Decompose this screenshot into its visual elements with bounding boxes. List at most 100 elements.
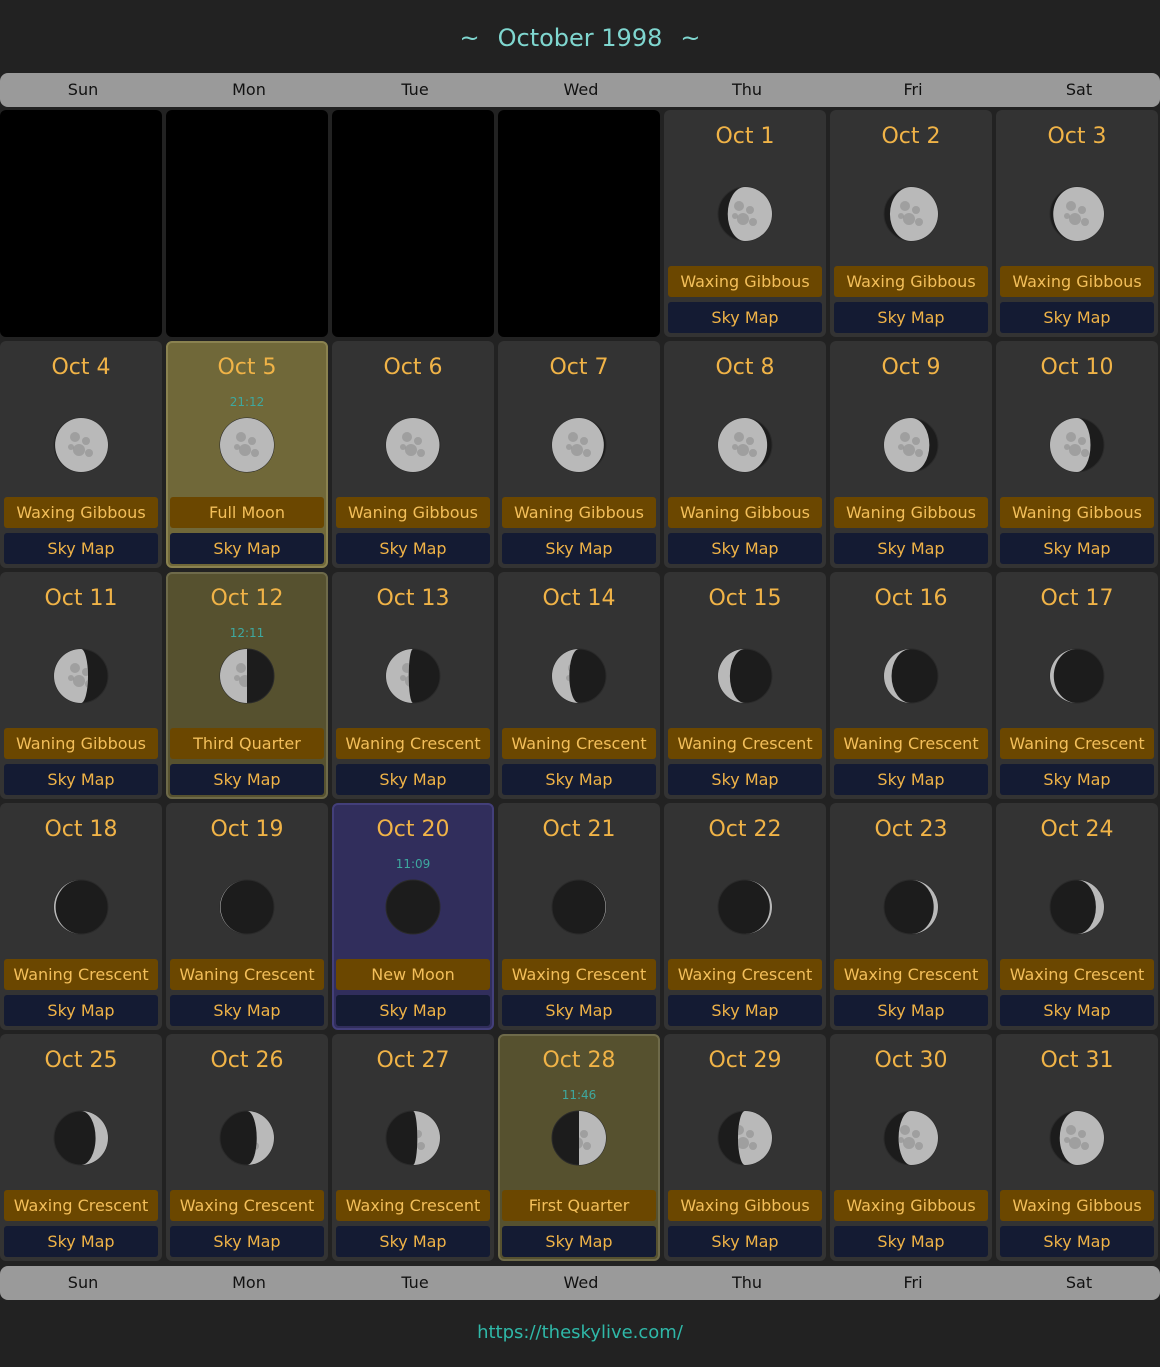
sky-map-button[interactable]: Sky Map bbox=[502, 995, 656, 1026]
phase-label: Waxing Crescent bbox=[4, 1190, 158, 1221]
phase-label: Waning Gibbous bbox=[4, 728, 158, 759]
day-date: Oct 18 bbox=[44, 817, 118, 842]
sky-map-button[interactable]: Sky Map bbox=[170, 1226, 324, 1257]
day-date: Oct 27 bbox=[376, 1048, 450, 1073]
sky-map-button[interactable]: Sky Map bbox=[4, 1226, 158, 1257]
weekday-mon: Mon bbox=[232, 80, 266, 99]
sky-map-button[interactable]: Sky Map bbox=[170, 764, 324, 795]
sky-map-button[interactable]: Sky Map bbox=[170, 995, 324, 1026]
day-date: Oct 1 bbox=[715, 124, 775, 149]
sky-map-button[interactable]: Sky Map bbox=[4, 533, 158, 564]
phase-time: 21:12 bbox=[229, 395, 265, 409]
day-date: Oct 15 bbox=[708, 586, 782, 611]
sky-map-button[interactable]: Sky Map bbox=[1000, 764, 1154, 795]
sky-map-button[interactable]: Sky Map bbox=[170, 533, 324, 564]
sky-map-button[interactable]: Sky Map bbox=[336, 995, 490, 1026]
weekday-wed: Wed bbox=[563, 1273, 599, 1292]
day-cell: Oct 10 Waning Gibbous Sky Map bbox=[996, 341, 1158, 568]
phase-label: Waning Crescent bbox=[834, 728, 988, 759]
footer-link[interactable]: https://theskylive.com/ bbox=[0, 1322, 1160, 1343]
moon-phase-icon bbox=[717, 186, 773, 242]
phase-label: Full Moon bbox=[170, 497, 324, 528]
phase-label: Waning Crescent bbox=[170, 959, 324, 990]
day-cell: Oct 26 Waxing Crescent Sky Map bbox=[166, 1034, 328, 1261]
moon-phase-icon bbox=[219, 417, 275, 473]
weekday-thu: Thu bbox=[731, 1273, 763, 1292]
phase-label: Waxing Gibbous bbox=[1000, 266, 1154, 297]
day-cell: Oct 25 Waxing Crescent Sky Map bbox=[0, 1034, 162, 1261]
moon-phase-icon bbox=[883, 879, 939, 935]
moon-phase-icon bbox=[219, 1110, 275, 1166]
phase-label: Waning Gibbous bbox=[502, 497, 656, 528]
moon-phase-icon bbox=[883, 186, 939, 242]
moon-phase-icon bbox=[53, 1110, 109, 1166]
empty-day-cell bbox=[498, 110, 660, 337]
moon-phase-icon bbox=[551, 1110, 607, 1166]
day-date: Oct 19 bbox=[210, 817, 284, 842]
phase-label: Waxing Crescent bbox=[170, 1190, 324, 1221]
sky-map-button[interactable]: Sky Map bbox=[1000, 1226, 1154, 1257]
day-cell: Oct 30 Waxing Gibbous Sky Map bbox=[830, 1034, 992, 1261]
moon-phase-icon bbox=[53, 879, 109, 935]
sky-map-button[interactable]: Sky Map bbox=[834, 533, 988, 564]
sky-map-button[interactable]: Sky Map bbox=[1000, 995, 1154, 1026]
phase-label: Waxing Gibbous bbox=[834, 266, 988, 297]
day-cell: Oct 23 Waxing Crescent Sky Map bbox=[830, 803, 992, 1030]
day-cell: Oct 27 Waxing Crescent Sky Map bbox=[332, 1034, 494, 1261]
phase-label: Waxing Crescent bbox=[668, 959, 822, 990]
moon-phase-icon bbox=[551, 417, 607, 473]
day-date: Oct 31 bbox=[1040, 1048, 1114, 1073]
phase-time: 11:09 bbox=[395, 857, 431, 871]
phase-label: Waning Crescent bbox=[4, 959, 158, 990]
moon-phase-icon bbox=[1049, 879, 1105, 935]
sky-map-button[interactable]: Sky Map bbox=[668, 1226, 822, 1257]
sky-map-button[interactable]: Sky Map bbox=[336, 1226, 490, 1257]
day-date: Oct 4 bbox=[51, 355, 111, 380]
moon-phase-icon bbox=[717, 1110, 773, 1166]
day-cell: Oct 4 Waxing Gibbous Sky Map bbox=[0, 341, 162, 568]
empty-day-cell bbox=[0, 110, 162, 337]
sky-map-button[interactable]: Sky Map bbox=[336, 764, 490, 795]
weekday-fri: Fri bbox=[903, 1273, 923, 1292]
day-cell: Oct 3 Waxing Gibbous Sky Map bbox=[996, 110, 1158, 337]
sky-map-button[interactable]: Sky Map bbox=[336, 533, 490, 564]
page-title: ~ October 1998 ~ bbox=[0, 18, 1160, 58]
day-cell: Oct 29 Waxing Gibbous Sky Map bbox=[664, 1034, 826, 1261]
sky-map-button[interactable]: Sky Map bbox=[668, 302, 822, 333]
phase-label: Third Quarter bbox=[170, 728, 324, 759]
day-date: Oct 16 bbox=[874, 586, 948, 611]
empty-day-cell bbox=[332, 110, 494, 337]
weekday-thu: Thu bbox=[731, 80, 763, 99]
moon-phase-icon bbox=[883, 648, 939, 704]
sky-map-button[interactable]: Sky Map bbox=[834, 1226, 988, 1257]
day-date: Oct 13 bbox=[376, 586, 450, 611]
moon-phase-icon bbox=[385, 879, 441, 935]
phase-label: Waxing Crescent bbox=[1000, 959, 1154, 990]
day-cell: Oct 21 Waxing Crescent Sky Map bbox=[498, 803, 660, 1030]
weekday-mon: Mon bbox=[232, 1273, 266, 1292]
sky-map-button[interactable]: Sky Map bbox=[1000, 302, 1154, 333]
sky-map-button[interactable]: Sky Map bbox=[4, 764, 158, 795]
sky-map-button[interactable]: Sky Map bbox=[834, 302, 988, 333]
sky-map-button[interactable]: Sky Map bbox=[4, 995, 158, 1026]
day-cell: Oct 12 12:11 Third Quarter Sky Map bbox=[166, 572, 328, 799]
sky-map-button[interactable]: Sky Map bbox=[668, 995, 822, 1026]
sky-map-button[interactable]: Sky Map bbox=[1000, 533, 1154, 564]
sky-map-button[interactable]: Sky Map bbox=[502, 533, 656, 564]
moon-phase-icon bbox=[385, 1110, 441, 1166]
moon-phase-icon bbox=[717, 417, 773, 473]
sky-map-button[interactable]: Sky Map bbox=[668, 764, 822, 795]
day-cell: Oct 14 Waning Crescent Sky Map bbox=[498, 572, 660, 799]
sky-map-button[interactable]: Sky Map bbox=[834, 764, 988, 795]
sky-map-button[interactable]: Sky Map bbox=[502, 764, 656, 795]
day-cell: Oct 31 Waxing Gibbous Sky Map bbox=[996, 1034, 1158, 1261]
phase-label: Waning Crescent bbox=[502, 728, 656, 759]
day-date: Oct 20 bbox=[376, 817, 450, 842]
day-date: Oct 7 bbox=[549, 355, 609, 380]
sky-map-button[interactable]: Sky Map bbox=[834, 995, 988, 1026]
day-cell: Oct 6 Waning Gibbous Sky Map bbox=[332, 341, 494, 568]
day-cell: Oct 20 11:09 New Moon Sky Map bbox=[332, 803, 494, 1030]
sky-map-button[interactable]: Sky Map bbox=[502, 1226, 656, 1257]
sky-map-button[interactable]: Sky Map bbox=[668, 533, 822, 564]
day-date: Oct 28 bbox=[542, 1048, 616, 1073]
